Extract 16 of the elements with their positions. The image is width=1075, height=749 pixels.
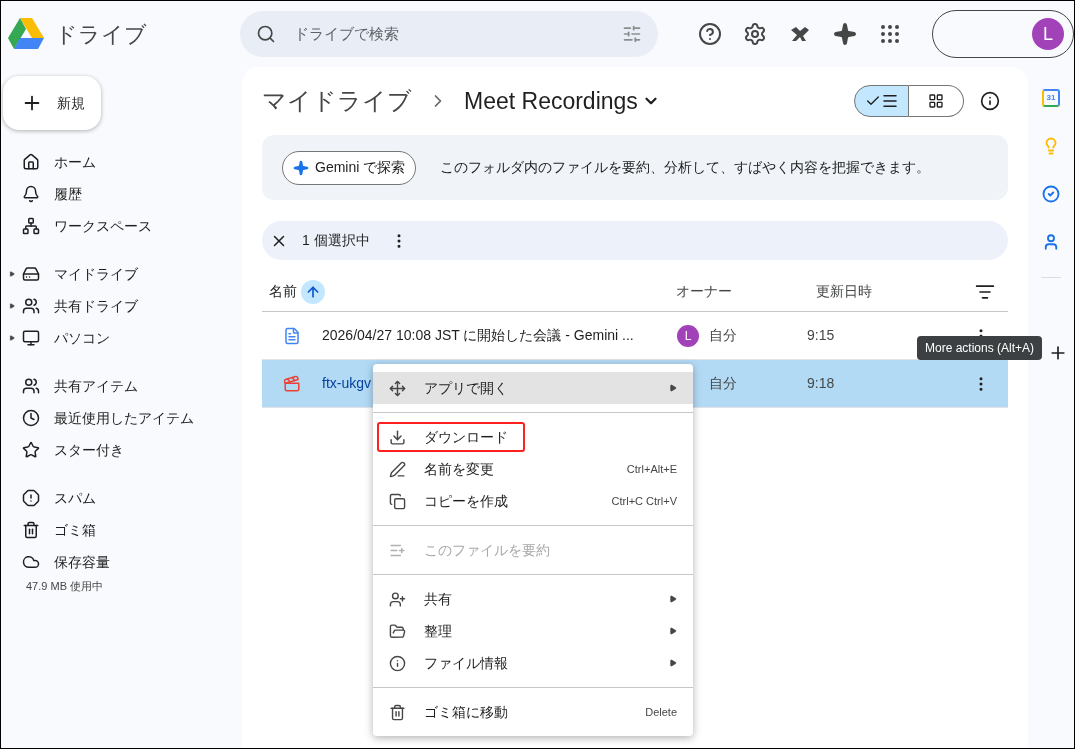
gemini-hint: このフォルダ内のファイルを要約、分析して、すばやく内容を把握できます。 — [440, 158, 931, 177]
shortcut-hint: Ctrl+C Ctrl+V — [611, 493, 677, 509]
modified-time: 9:15 — [807, 326, 835, 345]
file-name: ftx-ukgv — [322, 374, 371, 393]
shortcut-hint: Ctrl+Alt+E — [626, 461, 677, 477]
file-name: 2026/04/27 10:08 JST に開始した会議 - Gemini ... — [322, 326, 634, 345]
owner-avatar: L — [677, 324, 699, 347]
selection-count: 1 個選択中 — [302, 231, 370, 250]
shortcut-hint: Delete — [645, 704, 677, 720]
tooltip: More actions (Alt+A) — [917, 336, 1043, 360]
modified-time: 9:18 — [807, 374, 835, 393]
owner-name: 自分 — [709, 374, 737, 393]
avatar: L — [1032, 18, 1064, 50]
storage-usage: 47.9 MB 使用中 — [26, 579, 105, 594]
owner-name: 自分 — [709, 326, 737, 345]
app-title: ドライブ — [55, 20, 147, 49]
